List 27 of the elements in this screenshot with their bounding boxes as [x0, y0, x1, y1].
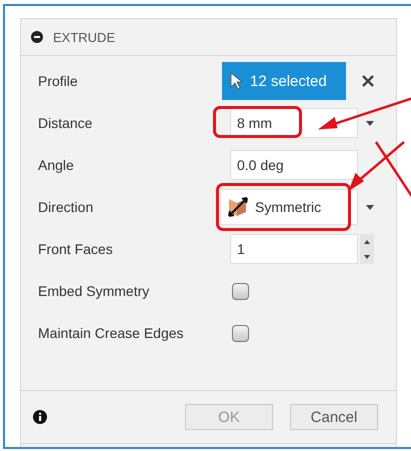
direction-dropdown[interactable]: Symmetric [220, 189, 358, 225]
close-icon[interactable] [362, 75, 374, 87]
dropdown-arrow-icon[interactable] [366, 204, 374, 210]
field-label: Distance [38, 115, 94, 131]
down-arrow-icon[interactable] [364, 254, 370, 258]
field-label: Embed Symmetry [38, 283, 150, 299]
info-icon[interactable] [33, 410, 47, 424]
field-label: Direction [38, 199, 94, 215]
annotation-arrow [348, 141, 405, 192]
field-label: Profile [38, 73, 79, 89]
dropdown-arrow-icon[interactable] [366, 120, 374, 126]
field-label: Angle [38, 157, 75, 173]
checkbox[interactable] [232, 324, 249, 342]
symmetric-extrude-icon [227, 196, 249, 218]
up-arrow-icon[interactable] [364, 240, 370, 244]
collapse-icon[interactable] [31, 31, 43, 43]
panel-title: EXTRUDE [53, 30, 116, 44]
cancel-button[interactable]: Cancel [290, 404, 378, 430]
spinner-control[interactable] [360, 234, 374, 264]
checkbox[interactable] [232, 282, 249, 300]
cursor-icon [230, 72, 242, 90]
field-label: Front Faces [38, 241, 114, 257]
front-faces-input[interactable]: 1 [230, 234, 358, 264]
annotation-line [374, 141, 411, 199]
selection-button[interactable]: 12 selected [222, 62, 346, 100]
field-label: Maintain Crease Edges [38, 325, 185, 341]
angle-input[interactable]: 0.0 deg [230, 150, 358, 180]
